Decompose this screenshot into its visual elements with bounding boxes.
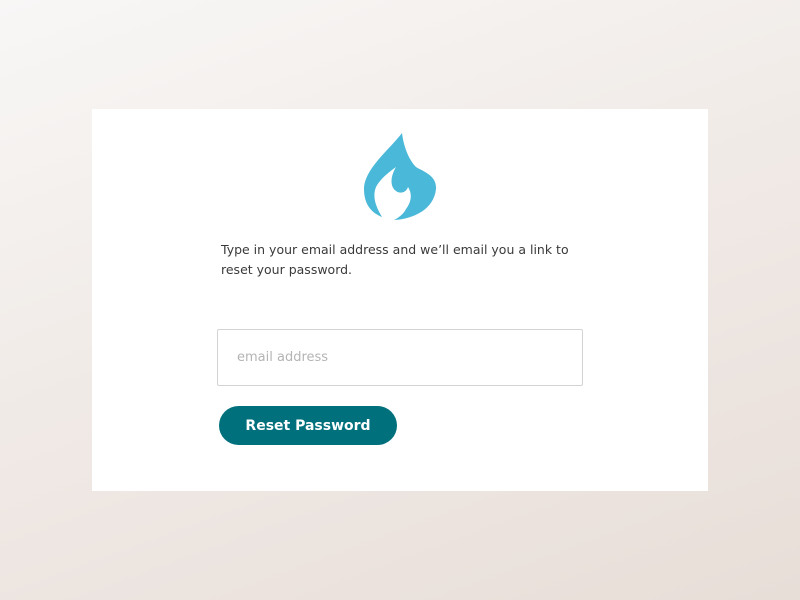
instructions-text: Type in your email address and we’ll ema…	[221, 242, 569, 277]
flame-icon	[364, 133, 437, 220]
email-field[interactable]	[217, 329, 583, 386]
reset-password-card: Type in your email address and we’ll ema…	[92, 109, 708, 491]
reset-password-button[interactable]: Reset Password	[219, 406, 397, 445]
